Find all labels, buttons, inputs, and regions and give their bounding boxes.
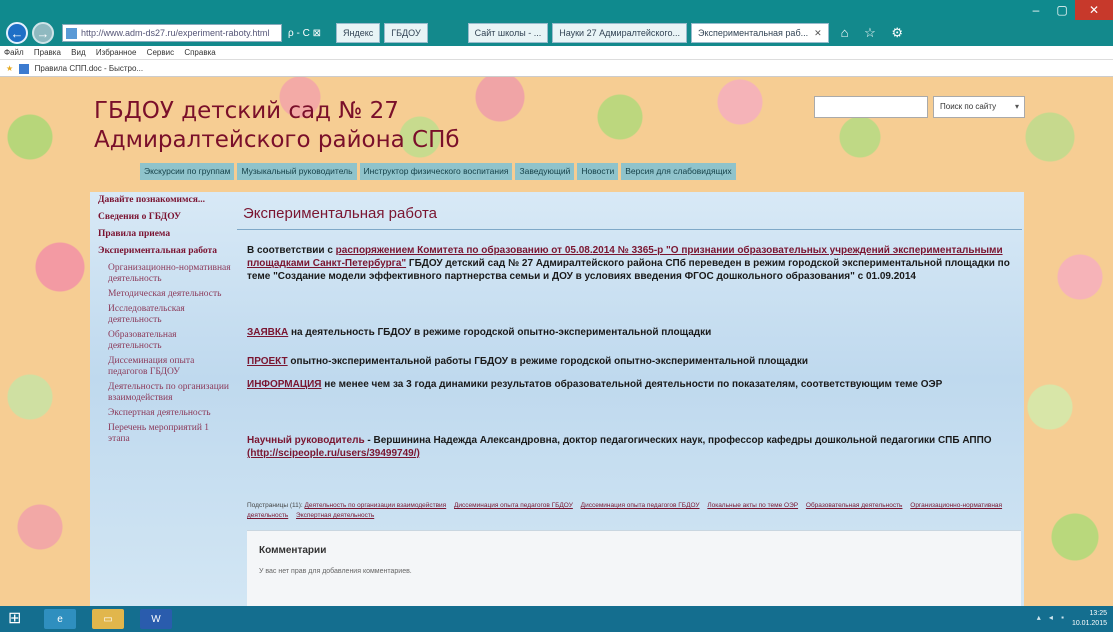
nav-pe-instructor[interactable]: Инструктор физического воспитания — [359, 163, 513, 180]
favorites-bar: ★ Правила СПП.doc - Быстро... — [0, 60, 1113, 77]
main-content: Экспериментальная работа В соответствии … — [237, 192, 1022, 606]
paragraph-information: ИНФОРМАЦИЯ не менее чем за 3 года динами… — [247, 378, 1017, 391]
web-page: ГБДОУ детский сад № 27 Адмиралтейского р… — [0, 77, 1113, 606]
window-title-bar: ‒ ▢ ✕ — [0, 0, 1113, 20]
chevron-down-icon: ▾ — [1014, 102, 1019, 111]
address-text: http://www.adm-ds27.ru/experiment-raboty… — [81, 28, 270, 38]
project-link[interactable]: ПРОЕКТ — [247, 356, 288, 367]
comments-section: Комментарии У вас нет прав для добавлени… — [247, 530, 1021, 606]
sidebar-subitem[interactable]: Образовательная деятельность — [98, 330, 231, 352]
start-icon[interactable]: ⊞ — [8, 610, 26, 628]
sidebar-subitem[interactable]: Перечень мероприятий 1 этапа — [98, 423, 231, 445]
project-text: опытно-экспериментальной работы ГБДОУ в … — [287, 356, 809, 367]
menu-tools[interactable]: Сервис — [147, 48, 174, 57]
sidebar-subitem[interactable]: Организационно-нормативная деятельность — [98, 263, 231, 285]
comments-note: У вас нет прав для добавления комментари… — [259, 568, 412, 575]
application-link[interactable]: ЗАЯВКА — [247, 327, 288, 338]
menu-file[interactable]: Файл — [4, 48, 24, 57]
nav-excursions[interactable]: Экскурсии по группам — [140, 163, 235, 180]
sidebar-subitem[interactable]: Исследовательская деятельность — [98, 304, 231, 326]
paragraph-supervisor: Научный руководитель - Вершинина Надежда… — [247, 434, 1017, 460]
subpages-list: Подстраницы (11): Деятельность по органи… — [247, 501, 1017, 521]
word-icon[interactable]: W — [140, 609, 172, 629]
comments-title: Комментарии — [259, 545, 327, 556]
clock-time: 13:25 — [1089, 610, 1107, 617]
decree-prefix: В соответствии с — [247, 245, 336, 256]
sidebar-item[interactable]: Давайте познакомимся... — [98, 195, 231, 206]
top-navigation: Экскурсии по группам Музыкальный руковод… — [140, 163, 736, 180]
file-explorer-icon[interactable]: ▭ — [92, 609, 124, 629]
browser-tab[interactable]: Науки 27 Адмиралтейского... — [552, 23, 688, 43]
browser-tab[interactable]: ГБДОУ — [384, 23, 428, 43]
forward-button[interactable]: → — [32, 22, 54, 44]
tab-label: Сайт школы - ... — [474, 28, 542, 38]
sidebar-subitem[interactable]: Диссеминация опыта педагогов ГБДОУ — [98, 356, 231, 378]
supervisor-label: Научный руководитель — [247, 435, 365, 446]
favorites-star-icon[interactable]: ★ — [6, 64, 13, 73]
back-button[interactable]: ← — [6, 22, 28, 44]
sidebar: Давайте познакомимся... Сведения о ГБДОУ… — [90, 192, 235, 606]
favorite-item[interactable]: Правила СПП.doc - Быстро... — [35, 64, 143, 73]
sidebar-subitem[interactable]: Деятельность по организации взаимодейств… — [98, 382, 231, 404]
internet-explorer-icon[interactable]: e — [44, 609, 76, 629]
minimize-button[interactable]: ‒ — [1023, 0, 1049, 20]
subpage-link[interactable]: Локальные акты по теме ОЭР — [707, 502, 798, 509]
site-favicon-icon — [66, 28, 77, 39]
subpage-link[interactable]: Экспертная деятельность — [296, 512, 374, 519]
sidebar-item[interactable]: Сведения о ГБДОУ — [98, 212, 231, 223]
menu-edit[interactable]: Правка — [34, 48, 61, 57]
windows-taskbar: ⊞ e ▭ W ▴ ◂ ▪ 13:25 10.01.2015 — [0, 606, 1113, 632]
site-search-input[interactable] — [814, 96, 928, 118]
paragraph-application: ЗАЯВКА на деятельность ГБДОУ в режиме го… — [247, 326, 1017, 339]
subpages-label: Подстраницы (11): — [247, 502, 305, 509]
favorite-doc-icon — [19, 63, 30, 74]
supervisor-profile-link[interactable]: (http://scipeople.ru/users/39499749/) — [247, 448, 420, 459]
menu-help[interactable]: Справка — [184, 48, 215, 57]
menu-favorites[interactable]: Избранное — [96, 48, 137, 57]
browser-tab[interactable]: Яндекс — [336, 23, 381, 43]
paragraph-decree: В соответствии с распоряжением Комитета … — [247, 244, 1017, 283]
home-favorites-settings-icons[interactable]: ⌂ ☆ ⚙ — [841, 25, 909, 41]
subpage-link[interactable]: Диссеминация опыта педагогов ГБДОУ — [581, 502, 700, 509]
menu-bar: Файл Правка Вид Избранное Сервис Справка — [0, 46, 1113, 60]
browser-tab[interactable]: Сайт школы - ... — [467, 23, 549, 43]
page-title: Экспериментальная работа — [243, 205, 437, 222]
divider — [237, 229, 1022, 230]
application-text: на деятельность ГБДОУ в режиме городской… — [288, 327, 712, 338]
sidebar-subitem[interactable]: Методическая деятельность — [98, 289, 231, 300]
maximize-button[interactable]: ▢ — [1049, 0, 1075, 20]
site-title[interactable]: ГБДОУ детский сад № 27 Адмиралтейского р… — [94, 97, 514, 155]
address-tools[interactable]: ρ - C ⊠ — [288, 28, 332, 39]
supervisor-text: - Вершинина Надежда Александровна, докто… — [364, 435, 992, 446]
information-link[interactable]: ИНФОРМАЦИЯ — [247, 379, 322, 390]
address-bar[interactable]: http://www.adm-ds27.ru/experiment-raboty… — [62, 24, 282, 42]
clock-date: 10.01.2015 — [1071, 620, 1107, 627]
tab-label: Яндекс — [343, 28, 374, 38]
close-window-button[interactable]: ✕ — [1075, 0, 1113, 20]
sidebar-item-current[interactable]: Экспериментальная работа — [98, 246, 231, 257]
clock[interactable]: 13:25 10.01.2015 — [1072, 609, 1107, 629]
subpage-link[interactable]: Диссеминация опыта педагогов ГБДОУ — [454, 502, 573, 509]
sidebar-item[interactable]: Правила приема — [98, 229, 231, 240]
tab-label: Экспериментальная раб... — [698, 28, 809, 38]
search-scope-label: Поиск по сайту — [940, 102, 997, 111]
tab-label: Науки 27 Адмиралтейского... — [559, 28, 681, 38]
information-text: не менее чем за 3 года динамики результа… — [321, 379, 943, 390]
tab-label: ГБДОУ — [391, 28, 421, 38]
subpage-link[interactable]: Образовательная деятельность — [806, 502, 903, 509]
sidebar-subitem[interactable]: Экспертная деятельность — [98, 408, 231, 419]
nav-news[interactable]: Новости — [577, 163, 619, 180]
subpage-link[interactable]: Деятельность по организации взаимодейств… — [305, 502, 447, 509]
paragraph-project: ПРОЕКТ опытно-экспериментальной работы Г… — [247, 355, 1017, 368]
browser-navbar: ← → http://www.adm-ds27.ru/experiment-ra… — [0, 20, 1113, 46]
browser-tab-active[interactable]: Экспериментальная раб... ✕ — [691, 23, 829, 43]
system-tray-icons[interactable]: ▴ ◂ ▪ — [1037, 613, 1067, 622]
close-tab-icon[interactable]: ✕ — [814, 28, 822, 38]
menu-view[interactable]: Вид — [71, 48, 85, 57]
search-scope-dropdown[interactable]: Поиск по сайту ▾ — [933, 96, 1025, 118]
nav-music-director[interactable]: Музыкальный руководитель — [237, 163, 357, 180]
nav-accessible-version[interactable]: Версия для слабовидящих — [621, 163, 736, 180]
nav-head[interactable]: Заведующий — [515, 163, 575, 180]
